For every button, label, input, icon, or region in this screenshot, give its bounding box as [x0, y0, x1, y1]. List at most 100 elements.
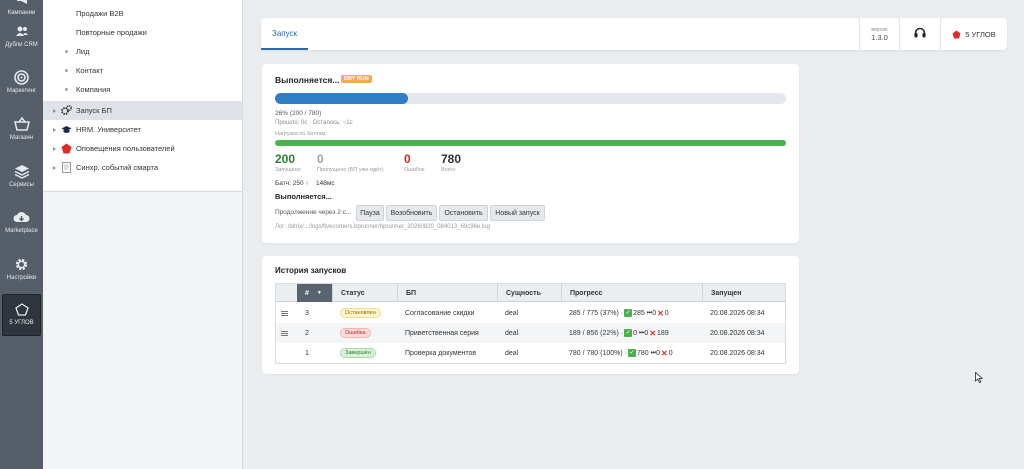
tree-list: Продажи B2B Повторные продажи Лид Контак… — [43, 0, 242, 192]
rail-item-crm-duplicates[interactable]: Дубли CRM — [0, 20, 43, 66]
cell-status: Завершён — [340, 343, 376, 363]
sort-caret-icon: ▼ — [316, 290, 322, 296]
tree-item-label: Повторные продажи — [76, 28, 147, 37]
success-check-icon: ✓ — [624, 329, 633, 337]
stat-caption: Пропущено (БП уже идёт) — [317, 167, 384, 173]
rail-item-label: Настройки — [6, 275, 37, 281]
cell-number: 3 — [305, 309, 309, 317]
status-badge: Остановлен — [340, 308, 381, 318]
status-badge: Завершён — [340, 348, 376, 358]
megaphone-icon — [16, 0, 28, 8]
batch-load-bar — [275, 140, 786, 146]
tree-item-company[interactable]: Компания — [43, 80, 242, 99]
document-icon — [61, 162, 72, 173]
tree-panel: Продажи B2B Повторные продажи Лид Контак… — [43, 0, 243, 469]
stat-caption: Всего — [441, 167, 456, 173]
stop-button[interactable]: Остановить — [439, 205, 488, 221]
history-title: История запусков — [275, 266, 347, 275]
tree-item-label: Продажи B2B — [76, 9, 124, 18]
tree-item-bp-launch[interactable]: Запуск БП — [43, 101, 242, 120]
column-header-status[interactable]: Статус — [332, 284, 397, 302]
cell-number: 1 — [305, 349, 309, 357]
tree-item-user-notifications[interactable]: Оповещения пользователей — [43, 139, 242, 158]
success-count: 285 — [633, 309, 645, 317]
continue-countdown: Продолжение через 2 с... — [275, 209, 352, 216]
layers-icon — [14, 162, 30, 180]
column-header-progress[interactable]: Прогресс — [561, 284, 702, 302]
run-status-title: Выполняется... — [275, 75, 340, 85]
success-check-icon: ✓ — [627, 349, 636, 357]
tree-item-label: Компания — [76, 85, 111, 94]
error-x-icon: ✕ — [657, 308, 664, 318]
rail-item-services[interactable]: Сервисы — [0, 160, 43, 206]
stat-skipped: 0 Пропущено (БП уже идёт) — [317, 152, 384, 174]
drag-handle-icon — [281, 330, 288, 336]
skip-count: 0 — [652, 309, 657, 317]
table-row[interactable]: 3 Остановлен Согласование скидки deal 28… — [276, 303, 785, 323]
elapsed-text: Прошло: 0с · Осталось: ~1с — [275, 120, 353, 126]
drag-handle-icon — [281, 310, 288, 316]
table-row[interactable]: 2 Ошибка Приветственная серия deal 189 /… — [276, 323, 785, 343]
resume-button[interactable]: Возобновить — [386, 205, 437, 221]
tree-item-hrm-university[interactable]: HRM. Университет — [43, 120, 242, 139]
rail-item-shop[interactable]: Магазин — [0, 113, 43, 159]
expand-triangle-icon[interactable] — [53, 146, 56, 151]
error-count: 0 — [664, 309, 669, 317]
column-label: # — [305, 289, 309, 297]
rail-item-marketing[interactable]: Маркетинг — [0, 66, 43, 112]
support-button[interactable] — [899, 18, 940, 50]
rail-item-settings[interactable]: Настройки — [0, 253, 43, 299]
column-header-number[interactable]: # ▼ — [297, 284, 332, 302]
stat-total: 780 Всего — [441, 153, 461, 174]
brand-button[interactable]: 5 УГЛОВ — [940, 18, 1007, 50]
rail-item-label: Marketplace — [5, 228, 38, 234]
error-x-icon: ✕ — [649, 328, 657, 338]
column-header-bp[interactable]: БП — [397, 284, 497, 302]
top-header: Запуск версия 1.3.0 5 УГЛОВ — [261, 18, 1007, 50]
batch-size-text: Батч: 250 ↑ — [275, 180, 309, 187]
table-row[interactable]: 1 Завершён Проверка документов deal 780 … — [276, 343, 785, 363]
run-progress-fill — [275, 93, 408, 104]
stat-value: 0 — [317, 152, 324, 166]
history-table: # ▼ Статус БП Сущность Прогресс Запущен … — [275, 283, 786, 364]
cell-started: 20.08.2026 08:34 — [710, 309, 765, 317]
table-header: # ▼ Статус БП Сущность Прогресс Запущен — [276, 284, 785, 302]
cell-status: Ошибка — [340, 323, 371, 343]
batch-load-fill — [275, 140, 786, 146]
tree-item-lead[interactable]: Лид — [43, 42, 242, 61]
tree-item-label: Лид — [76, 47, 90, 56]
star-outline-icon — [14, 300, 29, 318]
tab-launch[interactable]: Запуск — [261, 18, 309, 50]
expand-triangle-icon[interactable] — [53, 165, 56, 170]
new-run-button[interactable]: Новый запуск — [490, 205, 545, 221]
rail-item-label: Кампании — [7, 10, 36, 16]
cell-bp: Приветственная серия — [405, 329, 479, 337]
cell-number: 2 — [305, 329, 309, 337]
tree-item-label: Запуск БП — [76, 106, 112, 115]
column-header-started[interactable]: Запущен — [702, 284, 785, 302]
tree-item-smart-sync[interactable]: Синхр. событий смарта — [43, 158, 242, 177]
stat-caption: Запущено — [275, 167, 301, 173]
success-count: 0 — [633, 329, 637, 337]
rail-item-marketplace[interactable]: Marketplace — [0, 206, 43, 252]
tree-item-contact[interactable]: Контакт — [43, 61, 242, 80]
gears-icon — [61, 105, 72, 116]
expand-triangle-icon[interactable] — [53, 127, 56, 132]
cell-entity: deal — [505, 349, 519, 357]
tree-item-repeat-sales[interactable]: Повторные продажи — [43, 23, 242, 42]
rail-item-5-corners[interactable]: 5 УГЛОВ — [2, 294, 41, 336]
column-header-entity[interactable]: Сущность — [497, 284, 561, 302]
cloud-download-icon — [13, 208, 30, 226]
pause-button[interactable]: Пауза — [356, 205, 384, 221]
expand-triangle-icon[interactable] — [53, 108, 56, 113]
row-drag-handle[interactable] — [281, 323, 288, 343]
tree-item-b2b-sales[interactable]: Продажи B2B — [43, 4, 242, 23]
red-star-icon — [61, 143, 72, 154]
cell-status: Остановлен — [340, 303, 381, 323]
dry-run-badge: DRY RUN — [341, 75, 372, 83]
tree-item-label: HRM. Университет — [76, 125, 141, 134]
cell-entity: deal — [505, 329, 519, 337]
rail-item-label: Маркетинг — [6, 88, 37, 94]
red-star-icon — [952, 30, 961, 39]
row-drag-handle[interactable] — [281, 303, 288, 323]
